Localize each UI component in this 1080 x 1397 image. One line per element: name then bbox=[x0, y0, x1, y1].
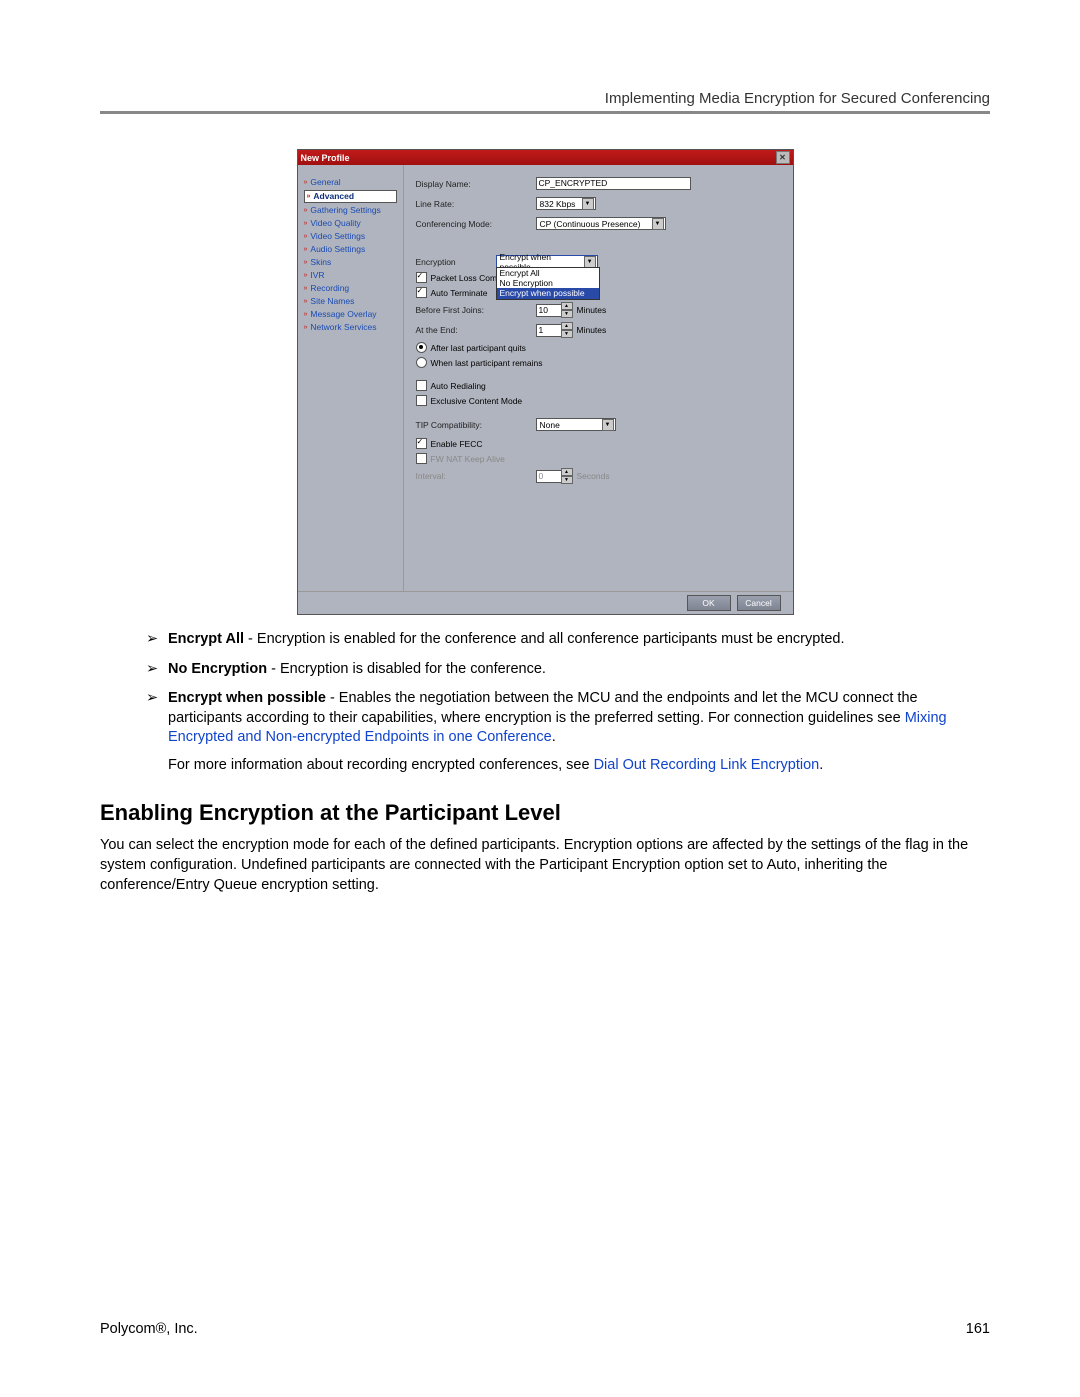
exclusive-content-checkbox[interactable] bbox=[416, 395, 427, 406]
chevron-right-icon: » bbox=[304, 178, 308, 187]
conf-mode-label: Conferencing Mode: bbox=[416, 219, 536, 229]
seconds-unit: Seconds bbox=[577, 471, 610, 481]
tip-label: TIP Compatibility: bbox=[416, 420, 536, 430]
page-footer: Polycom®, Inc. 161 bbox=[100, 1321, 990, 1337]
fw-nat-label: FW NAT Keep Alive bbox=[431, 454, 505, 464]
section-heading: Enabling Encryption at the Participant L… bbox=[100, 800, 990, 826]
sidebar-item-recording[interactable]: »Recording bbox=[304, 283, 397, 294]
dialog-footer: OK Cancel bbox=[298, 591, 793, 614]
packet-loss-checkbox[interactable] bbox=[416, 272, 427, 283]
sidebar-item-message-overlay[interactable]: »Message Overlay bbox=[304, 309, 397, 320]
chevron-right-icon: » bbox=[304, 310, 308, 319]
exclusive-content-label: Exclusive Content Mode bbox=[431, 396, 523, 406]
auto-redial-label: Auto Redialing bbox=[431, 381, 486, 391]
chevron-right-icon: » bbox=[304, 232, 308, 241]
chevron-right-icon: » bbox=[304, 245, 308, 254]
link-dial-out-recording[interactable]: Dial Out Recording Link Encryption bbox=[594, 757, 820, 773]
more-info-para: For more information about recording enc… bbox=[168, 756, 990, 776]
chevron-right-icon: » bbox=[304, 284, 308, 293]
dialog-sidebar: »General »Advanced »Gathering Settings »… bbox=[298, 165, 403, 591]
bullet-no-encryption: No Encryption - Encryption is disabled f… bbox=[168, 660, 990, 680]
sidebar-item-skins[interactable]: »Skins bbox=[304, 257, 397, 268]
chevron-down-icon: ▼ bbox=[602, 419, 614, 431]
auto-redial-checkbox[interactable] bbox=[416, 380, 427, 391]
chevron-down-icon: ▼ bbox=[582, 198, 594, 210]
spin-down-icon[interactable]: ▼ bbox=[561, 310, 573, 318]
display-name-input[interactable]: CP_ENCRYPTED bbox=[536, 177, 691, 190]
spin-down-icon[interactable]: ▼ bbox=[561, 330, 573, 338]
sidebar-item-gathering[interactable]: »Gathering Settings bbox=[304, 205, 397, 216]
auto-terminate-checkbox[interactable] bbox=[416, 287, 427, 298]
before-first-spinner[interactable]: 10 ▲▼ bbox=[536, 302, 573, 318]
cancel-button[interactable]: Cancel bbox=[737, 595, 781, 611]
minutes-unit: Minutes bbox=[577, 305, 607, 315]
sidebar-item-site-names[interactable]: »Site Names bbox=[304, 296, 397, 307]
auto-terminate-label: Auto Terminate bbox=[431, 288, 488, 298]
sidebar-item-audio-settings[interactable]: »Audio Settings bbox=[304, 244, 397, 255]
encryption-option[interactable]: Encrypt All bbox=[497, 268, 599, 278]
bullet-encrypt-all: Encrypt All - Encryption is enabled for … bbox=[168, 630, 990, 650]
at-end-spinner[interactable]: 1 ▲▼ bbox=[536, 322, 573, 338]
dialog-titlebar: New Profile ✕ bbox=[298, 150, 793, 165]
bullet-encrypt-when-possible: Encrypt when possible - Enables the nego… bbox=[168, 689, 990, 775]
footer-page-number: 161 bbox=[966, 1321, 990, 1337]
encryption-select[interactable]: Encrypt when possible ▼ Encrypt All No E… bbox=[496, 255, 598, 268]
line-rate-select[interactable]: 832 Kbps▼ bbox=[536, 197, 596, 210]
sidebar-item-ivr[interactable]: »IVR bbox=[304, 270, 397, 281]
header-divider bbox=[100, 111, 990, 114]
chevron-right-icon: » bbox=[307, 192, 311, 201]
line-rate-label: Line Rate: bbox=[416, 199, 536, 209]
when-last-radio[interactable] bbox=[416, 357, 427, 368]
sidebar-item-video-settings[interactable]: »Video Settings bbox=[304, 231, 397, 242]
new-profile-dialog: New Profile ✕ »General »Advanced »Gather… bbox=[297, 149, 794, 615]
sidebar-item-advanced[interactable]: »Advanced bbox=[304, 190, 397, 203]
after-last-label: After last participant quits bbox=[431, 343, 526, 353]
chevron-right-icon: » bbox=[304, 219, 308, 228]
encryption-option[interactable]: No Encryption bbox=[497, 278, 599, 288]
minutes-unit: Minutes bbox=[577, 325, 607, 335]
chevron-right-icon: » bbox=[304, 297, 308, 306]
footer-company: Polycom®, Inc. bbox=[100, 1321, 198, 1337]
chevron-right-icon: » bbox=[304, 323, 308, 332]
ok-button[interactable]: OK bbox=[687, 595, 731, 611]
chevron-right-icon: » bbox=[304, 258, 308, 267]
chevron-right-icon: » bbox=[304, 271, 308, 280]
spin-down-icon[interactable]: ▼ bbox=[561, 476, 573, 484]
interval-label: Interval: bbox=[416, 471, 536, 481]
sidebar-item-video-quality[interactable]: »Video Quality bbox=[304, 218, 397, 229]
before-first-label: Before First Joins: bbox=[416, 305, 536, 315]
dialog-title: New Profile bbox=[301, 153, 350, 163]
spin-up-icon[interactable]: ▲ bbox=[561, 302, 573, 310]
close-icon[interactable]: ✕ bbox=[776, 151, 790, 164]
chevron-down-icon: ▼ bbox=[584, 256, 596, 268]
when-last-label: When last participant remains bbox=[431, 358, 543, 368]
dialog-content: Display Name: CP_ENCRYPTED Line Rate: 83… bbox=[403, 165, 793, 591]
after-last-radio[interactable] bbox=[416, 342, 427, 353]
fecc-label: Enable FECC bbox=[431, 439, 483, 449]
bullet-list: Encrypt All - Encryption is enabled for … bbox=[100, 630, 990, 775]
encryption-option[interactable]: Encrypt when possible bbox=[497, 288, 599, 298]
chevron-down-icon: ▼ bbox=[652, 218, 664, 230]
interval-spinner[interactable]: 0 ▲▼ bbox=[536, 468, 573, 484]
encryption-label: Encryption bbox=[416, 257, 496, 267]
encryption-dropdown-list: Encrypt All No Encryption Encrypt when p… bbox=[496, 267, 600, 300]
fw-nat-checkbox[interactable] bbox=[416, 453, 427, 464]
spin-up-icon[interactable]: ▲ bbox=[561, 322, 573, 330]
tip-select[interactable]: None▼ bbox=[536, 418, 616, 431]
display-name-label: Display Name: bbox=[416, 179, 536, 189]
fecc-checkbox[interactable] bbox=[416, 438, 427, 449]
sidebar-item-general[interactable]: »General bbox=[304, 177, 397, 188]
sidebar-item-network-services[interactable]: »Network Services bbox=[304, 322, 397, 333]
conf-mode-select[interactable]: CP (Continuous Presence)▼ bbox=[536, 217, 666, 230]
page-header: Implementing Media Encryption for Secure… bbox=[100, 90, 990, 107]
chevron-right-icon: » bbox=[304, 206, 308, 215]
spin-up-icon[interactable]: ▲ bbox=[561, 468, 573, 476]
at-end-label: At the End: bbox=[416, 325, 536, 335]
section-body: You can select the encryption mode for e… bbox=[100, 836, 990, 895]
